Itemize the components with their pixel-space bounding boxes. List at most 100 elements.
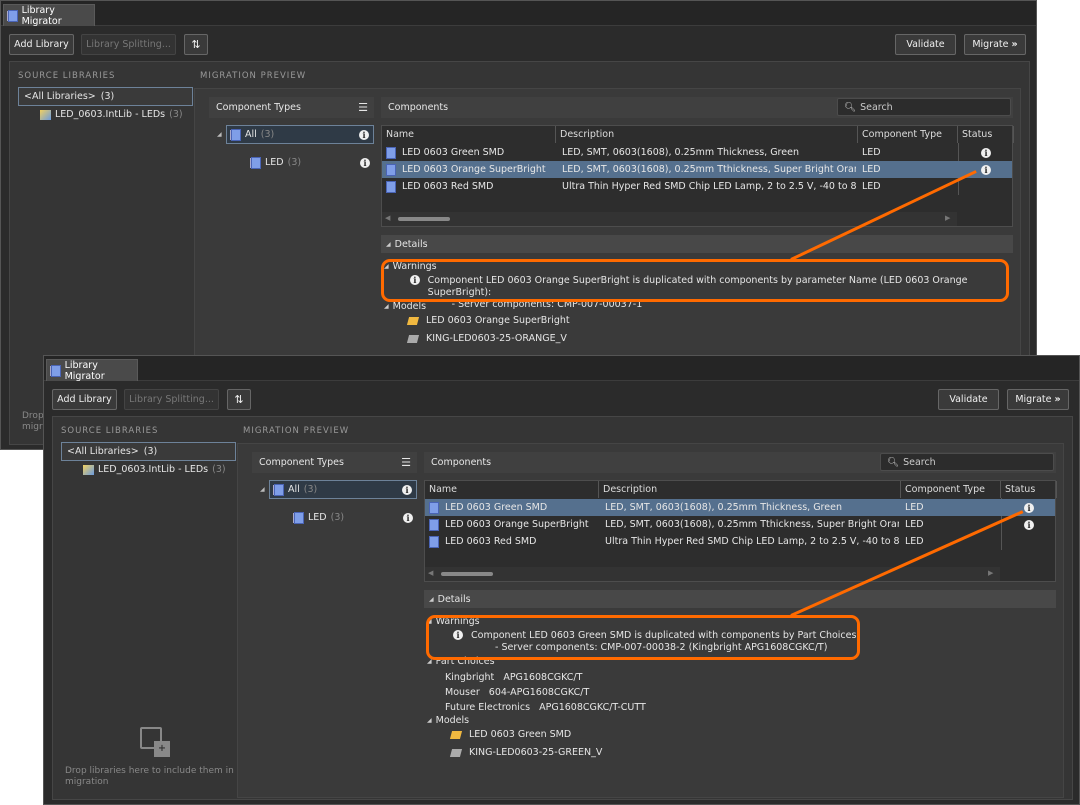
model-item: LED 0603 Green SMD bbox=[449, 729, 572, 740]
library-item[interactable]: LED_0603.IntLib - LEDs (3) bbox=[83, 464, 226, 475]
add-library-button[interactable]: Add Library bbox=[9, 34, 74, 55]
name-cell: LED 0603 Green SMD bbox=[429, 499, 599, 516]
info-icon: i bbox=[359, 129, 369, 140]
models-label: Models bbox=[392, 301, 427, 312]
library-item[interactable]: LED_0603.IntLib - LEDs (3) bbox=[40, 109, 183, 120]
component-type-cell: LED bbox=[862, 147, 881, 158]
library-name: LED_0603.IntLib - LEDs bbox=[98, 464, 209, 475]
component-icon bbox=[429, 518, 439, 531]
components-header: Components 🔍︎ Search bbox=[424, 452, 1056, 473]
component-name: LED 0603 Red SMD bbox=[445, 536, 537, 547]
section-header[interactable]: ◢ Models bbox=[427, 715, 469, 726]
component-types-title: Component Types bbox=[259, 457, 344, 468]
table-row[interactable]: LED 0603 Orange SuperBright LED, SMT, 060… bbox=[425, 516, 1055, 533]
tree-item-count: (3) bbox=[287, 157, 302, 168]
tree-item[interactable]: All (3) i bbox=[269, 480, 417, 499]
tab-library-migrator[interactable]: Library Migrator bbox=[3, 4, 95, 27]
search-icon: 🔍︎ bbox=[887, 456, 900, 468]
source-libraries-label: SOURCE LIBRARIES bbox=[61, 426, 159, 436]
details-header[interactable]: ◢ Details bbox=[381, 235, 1013, 253]
library-splitting-button[interactable]: Library Splitting... bbox=[81, 34, 176, 55]
scroll-left-arrow[interactable]: ◀ bbox=[428, 569, 433, 577]
table-row[interactable]: LED 0603 Red SMD Ultra Thin Hyper Red SMD… bbox=[425, 533, 1055, 550]
footprint-icon bbox=[449, 748, 463, 757]
column-header[interactable]: Status bbox=[1001, 481, 1057, 498]
component-type-cell: LED bbox=[905, 519, 924, 530]
tab-title: Library Migrator bbox=[21, 4, 62, 27]
library-splitting-button[interactable]: Library Splitting... bbox=[124, 389, 219, 410]
drop-area[interactable]: + Drop libraries here to include them in … bbox=[61, 722, 236, 797]
tab-library-migrator[interactable]: Library Migrator bbox=[46, 359, 138, 382]
all-libraries-item[interactable]: <All Libraries> (3) bbox=[61, 442, 236, 461]
migrate-label: Migrate bbox=[1015, 394, 1052, 405]
table-row[interactable]: LED 0603 Orange SuperBright LED, SMT, 060… bbox=[382, 161, 1012, 178]
search-input[interactable]: 🔍︎ Search bbox=[837, 98, 1011, 116]
migrate-button[interactable]: Migrate» bbox=[1007, 389, 1069, 410]
component-type-icon bbox=[274, 483, 284, 496]
details-header[interactable]: ◢ Details bbox=[424, 590, 1056, 608]
column-header[interactable]: Name bbox=[382, 126, 556, 143]
scroll-right-arrow[interactable]: ▶ bbox=[945, 214, 950, 222]
description-cell: Ultra Thin Hyper Red SMD Chip LED Lamp, … bbox=[605, 536, 899, 547]
model-item: KING-LED0603-25-GREEN_V bbox=[449, 747, 602, 758]
all-libraries-label: <All Libraries> bbox=[67, 446, 139, 457]
name-cell: LED 0603 Orange SuperBright bbox=[429, 516, 599, 533]
swap-button[interactable]: ⇅ bbox=[227, 389, 251, 410]
column-header[interactable]: Name bbox=[425, 481, 599, 498]
model-name: LED 0603 Green SMD bbox=[469, 729, 572, 740]
all-libraries-count: (3) bbox=[143, 446, 158, 457]
all-libraries-label: <All Libraries> bbox=[24, 91, 96, 102]
all-libraries-item[interactable]: <All Libraries> (3) bbox=[18, 87, 193, 106]
part-choice-item: Mouser 604-APG1608CGKC/T bbox=[445, 687, 590, 698]
library-name: LED_0603.IntLib - LEDs bbox=[55, 109, 166, 120]
search-input[interactable]: 🔍︎ Search bbox=[880, 453, 1054, 471]
highlight-box bbox=[426, 615, 860, 660]
tree-item[interactable]: All (3) i bbox=[226, 125, 374, 144]
table-row[interactable]: LED 0603 Green SMD LED, SMT, 0603(1608), … bbox=[425, 499, 1055, 516]
scroll-right-arrow[interactable]: ▶ bbox=[988, 569, 993, 577]
collapse-triangle: ◢ bbox=[386, 240, 391, 248]
swap-icon: ⇅ bbox=[191, 38, 201, 51]
expand-triangle[interactable]: ◢ bbox=[217, 131, 222, 138]
tree-layout-icon: ☰ bbox=[401, 456, 411, 469]
component-name: LED 0603 Orange SuperBright bbox=[445, 519, 589, 530]
tree-item[interactable]: LED (3) i bbox=[290, 508, 417, 527]
add-library-button[interactable]: Add Library bbox=[52, 389, 117, 410]
scrollbar-thumb[interactable] bbox=[441, 572, 493, 576]
scrollbar-thumb[interactable] bbox=[398, 217, 450, 221]
model-name: LED 0603 Orange SuperBright bbox=[426, 315, 570, 326]
tree-item[interactable]: LED (3) i bbox=[247, 153, 374, 172]
scroll-left-arrow[interactable]: ◀ bbox=[385, 214, 390, 222]
tab-bar: Library Migrator bbox=[1, 1, 1036, 27]
column-header[interactable]: Description bbox=[599, 481, 901, 498]
column-header[interactable]: Component Type bbox=[901, 481, 1001, 498]
info-icon: i bbox=[1024, 519, 1034, 530]
column-header[interactable]: Status bbox=[958, 126, 1014, 143]
model-item: LED 0603 Orange SuperBright bbox=[406, 315, 570, 326]
migration-preview-label: MIGRATION PREVIEW bbox=[200, 71, 307, 81]
swap-button[interactable]: ⇅ bbox=[184, 34, 208, 55]
component-name: LED 0603 Orange SuperBright bbox=[402, 164, 546, 175]
component-types-header: Component Types ☰ bbox=[209, 97, 374, 118]
column-header[interactable]: Description bbox=[556, 126, 858, 143]
info-icon: i bbox=[981, 147, 991, 158]
column-header[interactable]: Component Type bbox=[858, 126, 958, 143]
expand-triangle[interactable]: ◢ bbox=[260, 486, 265, 493]
component-type-cell: LED bbox=[862, 164, 881, 175]
validate-button[interactable]: Validate bbox=[938, 389, 999, 410]
search-icon: 🔍︎ bbox=[844, 101, 857, 113]
horizontal-scrollbar[interactable]: ◀ ▶ bbox=[425, 567, 1000, 581]
info-icon: i bbox=[981, 164, 991, 175]
migrate-button[interactable]: Migrate» bbox=[964, 34, 1026, 55]
component-icon bbox=[429, 501, 439, 514]
name-cell: LED 0603 Red SMD bbox=[386, 178, 556, 195]
table-row[interactable]: LED 0603 Green SMD LED, SMT, 0603(1608), … bbox=[382, 144, 1012, 161]
library-migrator-icon bbox=[8, 9, 18, 22]
add-icon: + bbox=[154, 741, 170, 757]
validate-button[interactable]: Validate bbox=[895, 34, 956, 55]
components-title: Components bbox=[431, 457, 492, 468]
table-row[interactable]: LED 0603 Red SMD Ultra Thin Hyper Red SMD… bbox=[382, 178, 1012, 195]
double-chevron-right-icon: » bbox=[1011, 39, 1018, 50]
drop-text: Drop libraries here to include them in m… bbox=[65, 766, 234, 787]
section-header[interactable]: ◢ Models bbox=[384, 301, 426, 312]
